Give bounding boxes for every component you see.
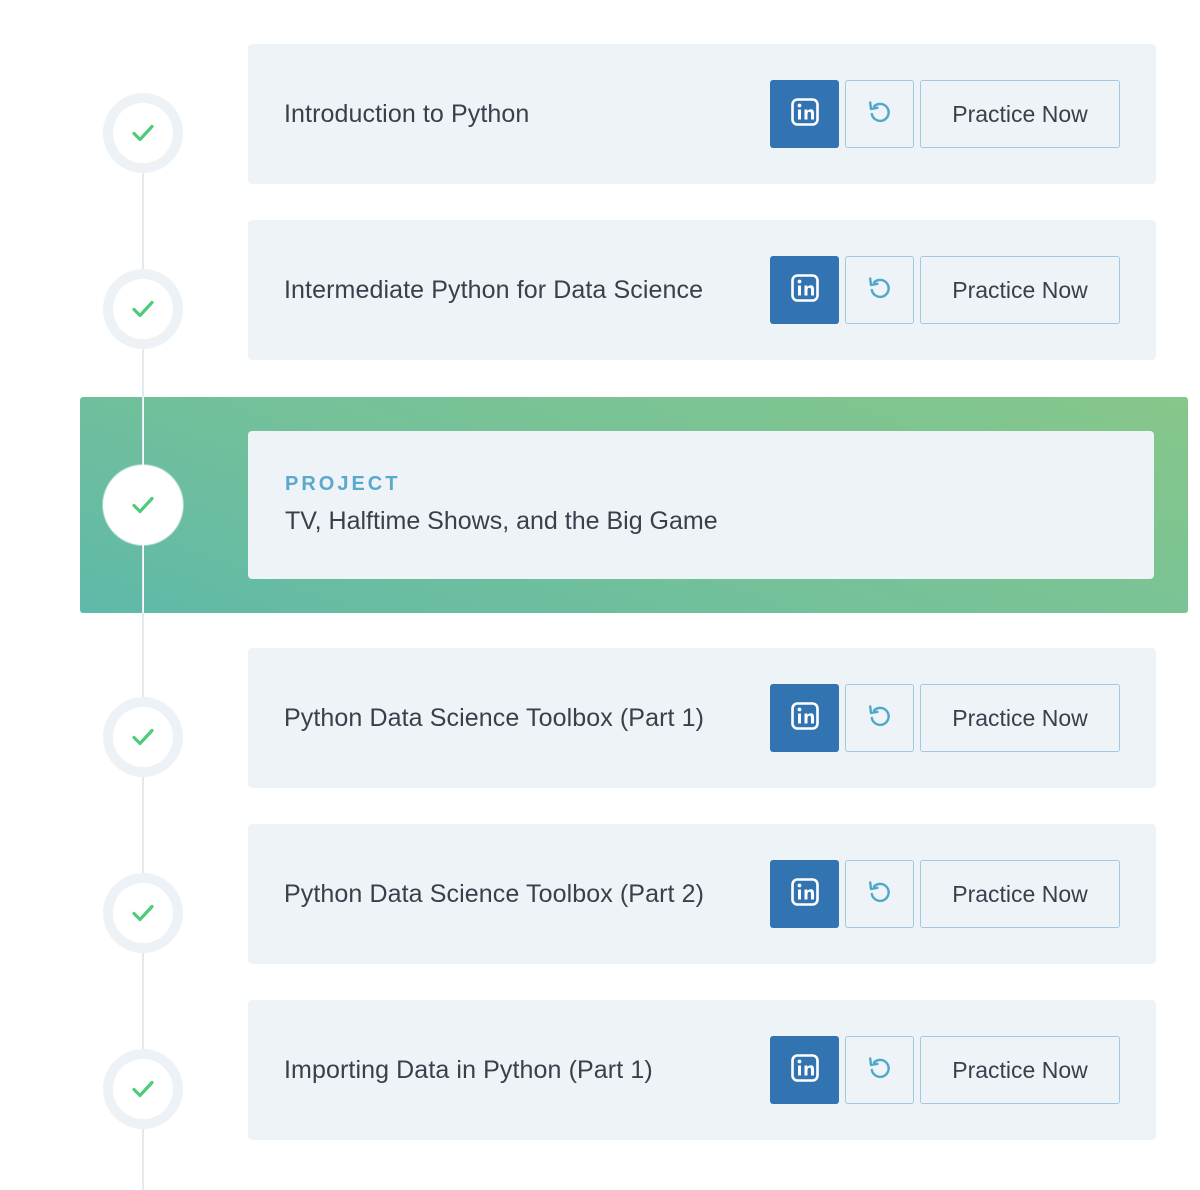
restart-button[interactable] [845, 684, 914, 752]
course-card: Introduction to Python Practice Now [248, 44, 1156, 184]
status-node [103, 697, 183, 777]
check-icon [113, 279, 173, 339]
course-actions: Practice Now [770, 860, 1120, 928]
course-card: Python Data Science Toolbox (Part 2) Pra… [248, 824, 1156, 964]
linkedin-icon [790, 701, 819, 735]
linkedin-icon [790, 97, 819, 131]
project-label: PROJECT [285, 473, 401, 495]
course-title: Python Data Science Toolbox (Part 1) [284, 704, 705, 732]
course-title: Importing Data in Python (Part 1) [284, 1056, 653, 1084]
course-card: Python Data Science Toolbox (Part 1) Pra… [248, 648, 1156, 788]
linkedin-share-button[interactable] [770, 684, 839, 752]
course-title: Python Data Science Toolbox (Part 2) [284, 880, 705, 908]
restart-button[interactable] [845, 80, 914, 148]
linkedin-share-button[interactable] [770, 80, 839, 148]
check-icon [113, 103, 173, 163]
restart-icon [867, 1055, 893, 1086]
course-actions: Practice Now [770, 256, 1120, 324]
restart-icon [867, 879, 893, 910]
linkedin-share-button[interactable] [770, 1036, 839, 1104]
linkedin-share-button[interactable] [770, 256, 839, 324]
linkedin-share-button[interactable] [770, 860, 839, 928]
course-actions: Practice Now [770, 684, 1120, 752]
linkedin-icon [790, 877, 819, 911]
status-node [103, 269, 183, 349]
restart-button[interactable] [845, 1036, 914, 1104]
linkedin-icon [790, 273, 819, 307]
course-card: Importing Data in Python (Part 1) Practi… [248, 1000, 1156, 1140]
course-title: Intermediate Python for Data Science [284, 276, 704, 304]
restart-icon [867, 703, 893, 734]
check-icon [113, 707, 173, 767]
practice-now-button[interactable]: Practice Now [920, 684, 1120, 752]
course-actions: Practice Now [770, 1036, 1120, 1104]
check-icon [113, 475, 173, 535]
project-card[interactable]: PROJECT TV, Halftime Shows, and the Big … [248, 431, 1154, 579]
restart-icon [867, 275, 893, 306]
restart-icon [867, 99, 893, 130]
practice-now-button[interactable]: Practice Now [920, 256, 1120, 324]
check-icon [113, 1059, 173, 1119]
project-status-node [103, 465, 183, 545]
status-node [103, 873, 183, 953]
restart-button[interactable] [845, 860, 914, 928]
linkedin-icon [790, 1053, 819, 1087]
status-node [103, 93, 183, 173]
practice-now-button[interactable]: Practice Now [920, 1036, 1120, 1104]
course-title: Introduction to Python [284, 100, 530, 128]
check-icon [113, 883, 173, 943]
course-actions: Practice Now [770, 80, 1120, 148]
practice-now-button[interactable]: Practice Now [920, 80, 1120, 148]
restart-button[interactable] [845, 256, 914, 324]
practice-now-button[interactable]: Practice Now [920, 860, 1120, 928]
course-card: Intermediate Python for Data Science Pra… [248, 220, 1156, 360]
project-title: TV, Halftime Shows, and the Big Game [285, 507, 718, 535]
status-node [103, 1049, 183, 1129]
